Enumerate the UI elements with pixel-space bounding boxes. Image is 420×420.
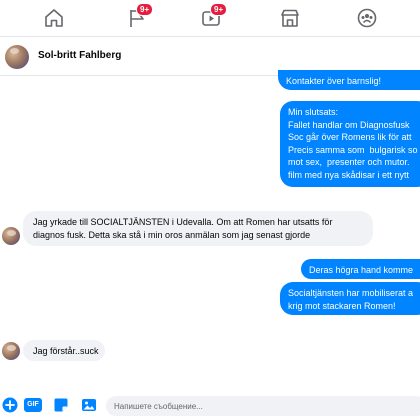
outgoing-message[interactable]: Min slutsats: Fallet handlar om Diagnosf…	[280, 101, 420, 187]
groups-icon[interactable]	[356, 7, 378, 29]
notification-badge: 9+	[136, 3, 154, 16]
nav-watch-button[interactable]: 9+	[200, 3, 228, 29]
contact-avatar[interactable]	[2, 342, 20, 360]
gif-button[interactable]: GIF	[24, 397, 42, 413]
notification-badge: 9+	[210, 3, 228, 16]
message-composer: GIF	[0, 390, 420, 420]
sticker-icon[interactable]	[53, 397, 69, 413]
incoming-message[interactable]: Jag yrkade till SOCIALTJÄNSTEN i Udevall…	[23, 211, 373, 246]
marketplace-icon[interactable]	[279, 7, 301, 29]
outgoing-message[interactable]: Kontakter över barnslig!	[278, 70, 420, 90]
contact-name[interactable]: Sol-britt Fahlberg	[38, 50, 121, 61]
plus-icon[interactable]	[2, 397, 18, 413]
outgoing-message[interactable]: Socialtjänsten har mobiliserat a krig mo…	[280, 282, 420, 315]
home-icon[interactable]	[43, 7, 65, 29]
top-navbar: 9+ 9+	[0, 0, 420, 37]
contact-avatar[interactable]	[2, 227, 20, 245]
nav-flag-button[interactable]: 9+	[126, 3, 154, 29]
message-input[interactable]	[106, 396, 420, 416]
incoming-message[interactable]: Jag förstår..suck	[23, 340, 105, 361]
contact-avatar[interactable]	[5, 45, 29, 69]
gif-icon: GIF	[24, 398, 42, 412]
outgoing-message[interactable]: Deras högra hand komme	[301, 259, 420, 279]
image-icon[interactable]	[81, 397, 97, 413]
